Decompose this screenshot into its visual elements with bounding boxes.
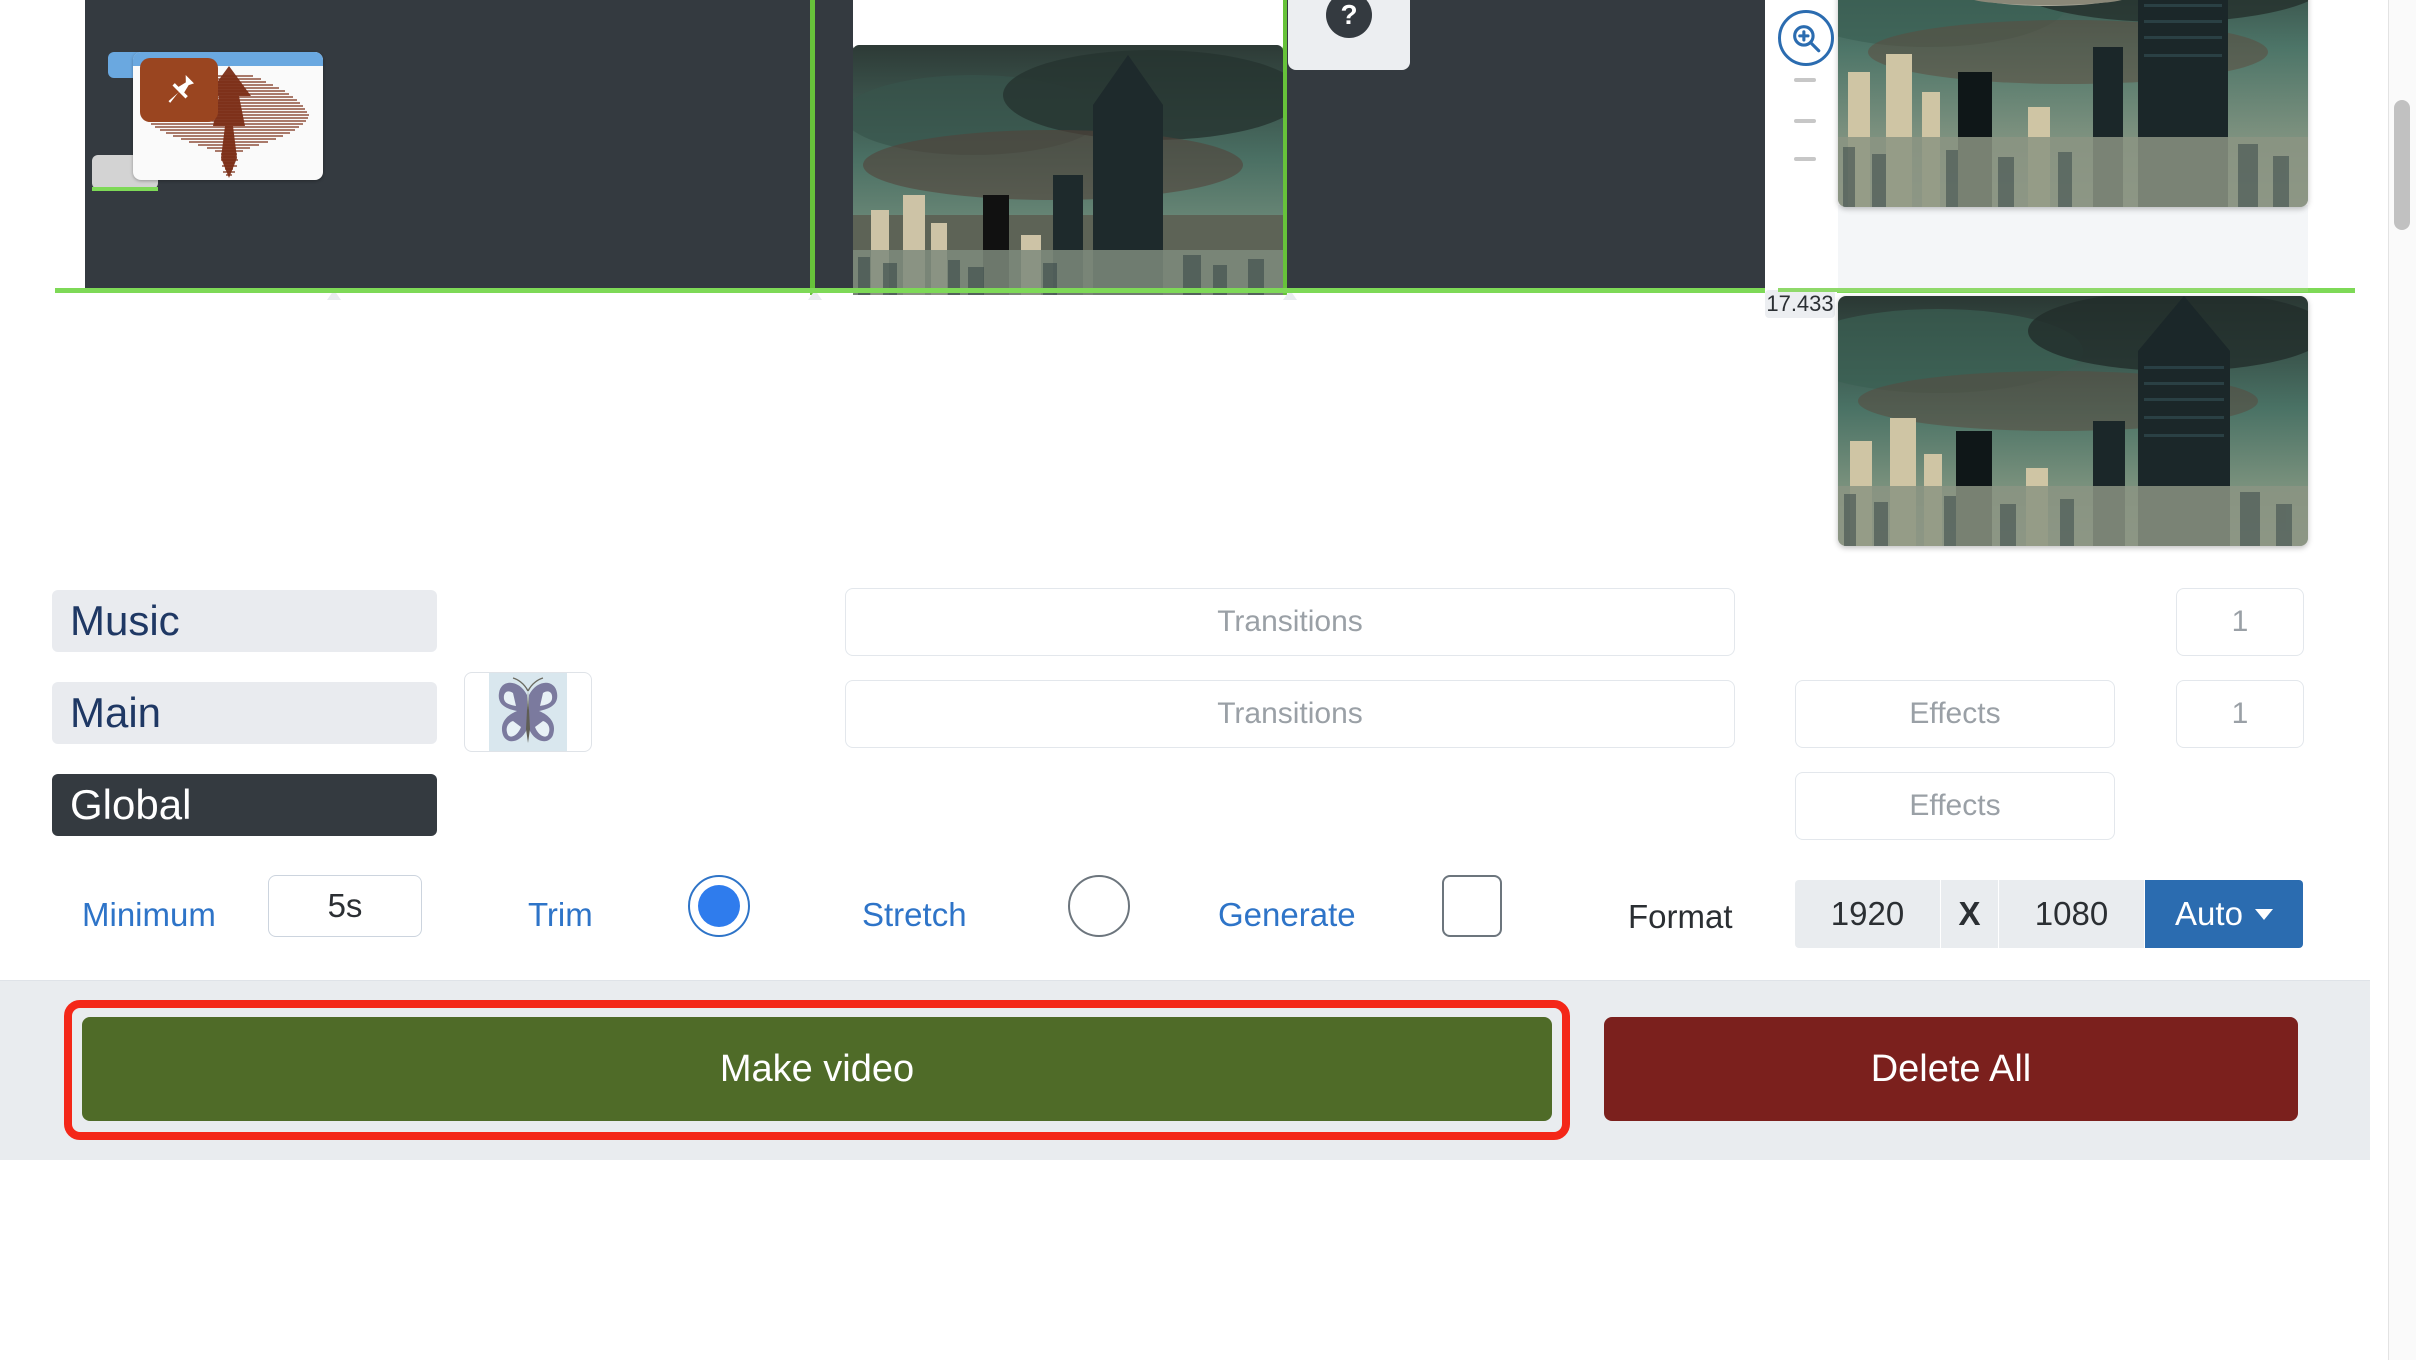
- effects-row-2: Effects: [1795, 772, 2115, 840]
- transitions-row-1: Transitions: [845, 588, 1735, 656]
- format-height-input[interactable]: 1080: [1999, 880, 2145, 948]
- spaceship-city-image: [1838, 0, 2308, 207]
- audio-clip[interactable]: [133, 52, 323, 180]
- sidebar-item-music[interactable]: Music: [52, 590, 437, 652]
- format-group-wrap: 1920 X 1080 Auto: [1795, 880, 2303, 948]
- format-group[interactable]: 1920 X 1080 Auto: [1795, 880, 2303, 948]
- trim-label: Trim: [528, 896, 593, 933]
- generate-label-wrap: Generate: [1218, 896, 1356, 934]
- format-label-wrap: Format: [1628, 898, 1733, 936]
- trim-radio-dot: [698, 885, 740, 927]
- minimum-duration-input[interactable]: 5s: [268, 875, 422, 937]
- format-label: Format: [1628, 898, 1733, 935]
- effects-field-1[interactable]: Effects: [1795, 680, 2115, 748]
- minimum-input-wrap: 5s: [268, 875, 422, 937]
- minimum-label-wrap: Minimum: [82, 896, 216, 934]
- format-separator: X: [1941, 880, 1999, 948]
- preview-separator: [1838, 205, 2308, 290]
- main-thumbnail-wrap: [464, 672, 592, 752]
- transitions-field-1[interactable]: Transitions: [845, 588, 1735, 656]
- generate-label: Generate: [1218, 896, 1356, 933]
- sidebar-item-global[interactable]: Global: [52, 774, 437, 836]
- generate-checkbox[interactable]: [1442, 875, 1502, 937]
- stretch-label-wrap: Stretch: [862, 896, 967, 934]
- track-row-main: Main: [52, 682, 437, 744]
- stretch-label: Stretch: [862, 896, 967, 933]
- preview-frame-bottom[interactable]: [1838, 296, 2308, 546]
- transitions-count-1[interactable]: 1: [2176, 588, 2304, 656]
- transitions-row-2: Transitions: [845, 680, 1735, 748]
- butterfly-icon: [489, 673, 567, 751]
- delete-all-button[interactable]: Delete All: [1604, 1017, 2298, 1121]
- help-icon: ?: [1326, 0, 1372, 38]
- clip-marker-left[interactable]: [810, 0, 815, 295]
- timecode-label: 17.433: [1765, 290, 1835, 318]
- format-mode-label: Auto: [2175, 895, 2243, 932]
- trim-radio[interactable]: [688, 875, 750, 937]
- generate-checkbox-wrap: [1442, 875, 1502, 937]
- transitions-field-2[interactable]: Transitions: [845, 680, 1735, 748]
- stretch-radio-wrap: [1068, 875, 1130, 937]
- trim-radio-wrap: [688, 875, 750, 937]
- preview-frame-top[interactable]: [1838, 0, 2308, 207]
- format-width-input[interactable]: 1920: [1795, 880, 1941, 948]
- help-button[interactable]: ?: [1288, 0, 1410, 70]
- track-thumbnail-main[interactable]: [464, 672, 592, 752]
- effects-count-1-wrap: 1: [2176, 680, 2304, 748]
- magnifier-glyph: [1793, 25, 1821, 53]
- stretch-radio[interactable]: [1068, 875, 1130, 937]
- pin-icon[interactable]: [140, 58, 218, 122]
- sidebar-item-main[interactable]: Main: [52, 682, 437, 744]
- transitions-count-1-wrap: 1: [2176, 588, 2304, 656]
- track-row-global: Global: [52, 774, 437, 836]
- format-mode-dropdown[interactable]: Auto: [2145, 880, 2303, 948]
- effects-count-1[interactable]: 1: [2176, 680, 2304, 748]
- video-editor-app: ? 17.433 Music Transitions 1 Main Transi…: [0, 0, 2416, 1360]
- pin-glyph: [168, 75, 194, 103]
- page-scrollbar[interactable]: [2388, 0, 2416, 1360]
- minimum-label: Minimum: [82, 896, 216, 933]
- trim-label-wrap: Trim: [528, 896, 593, 934]
- video-clip[interactable]: [853, 45, 1283, 295]
- page-scrollbar-thumb[interactable]: [2394, 100, 2410, 230]
- effects-field-2[interactable]: Effects: [1795, 772, 2115, 840]
- make-video-button[interactable]: Make video: [82, 1017, 1552, 1121]
- audio-clip-underline: [92, 187, 158, 191]
- chevron-down-icon: [2254, 908, 2273, 920]
- track-row-music: Music: [52, 590, 437, 652]
- timeline[interactable]: ? 17.433: [0, 0, 2370, 546]
- video-clip-header: [853, 0, 1283, 50]
- city-skyline-image: [1838, 296, 2308, 546]
- effects-row-1: Effects: [1795, 680, 2115, 748]
- zoom-in-icon[interactable]: [1778, 10, 1834, 66]
- city-skyline-thumbnail: [853, 45, 1283, 295]
- preview-divider-line: [1778, 288, 2308, 292]
